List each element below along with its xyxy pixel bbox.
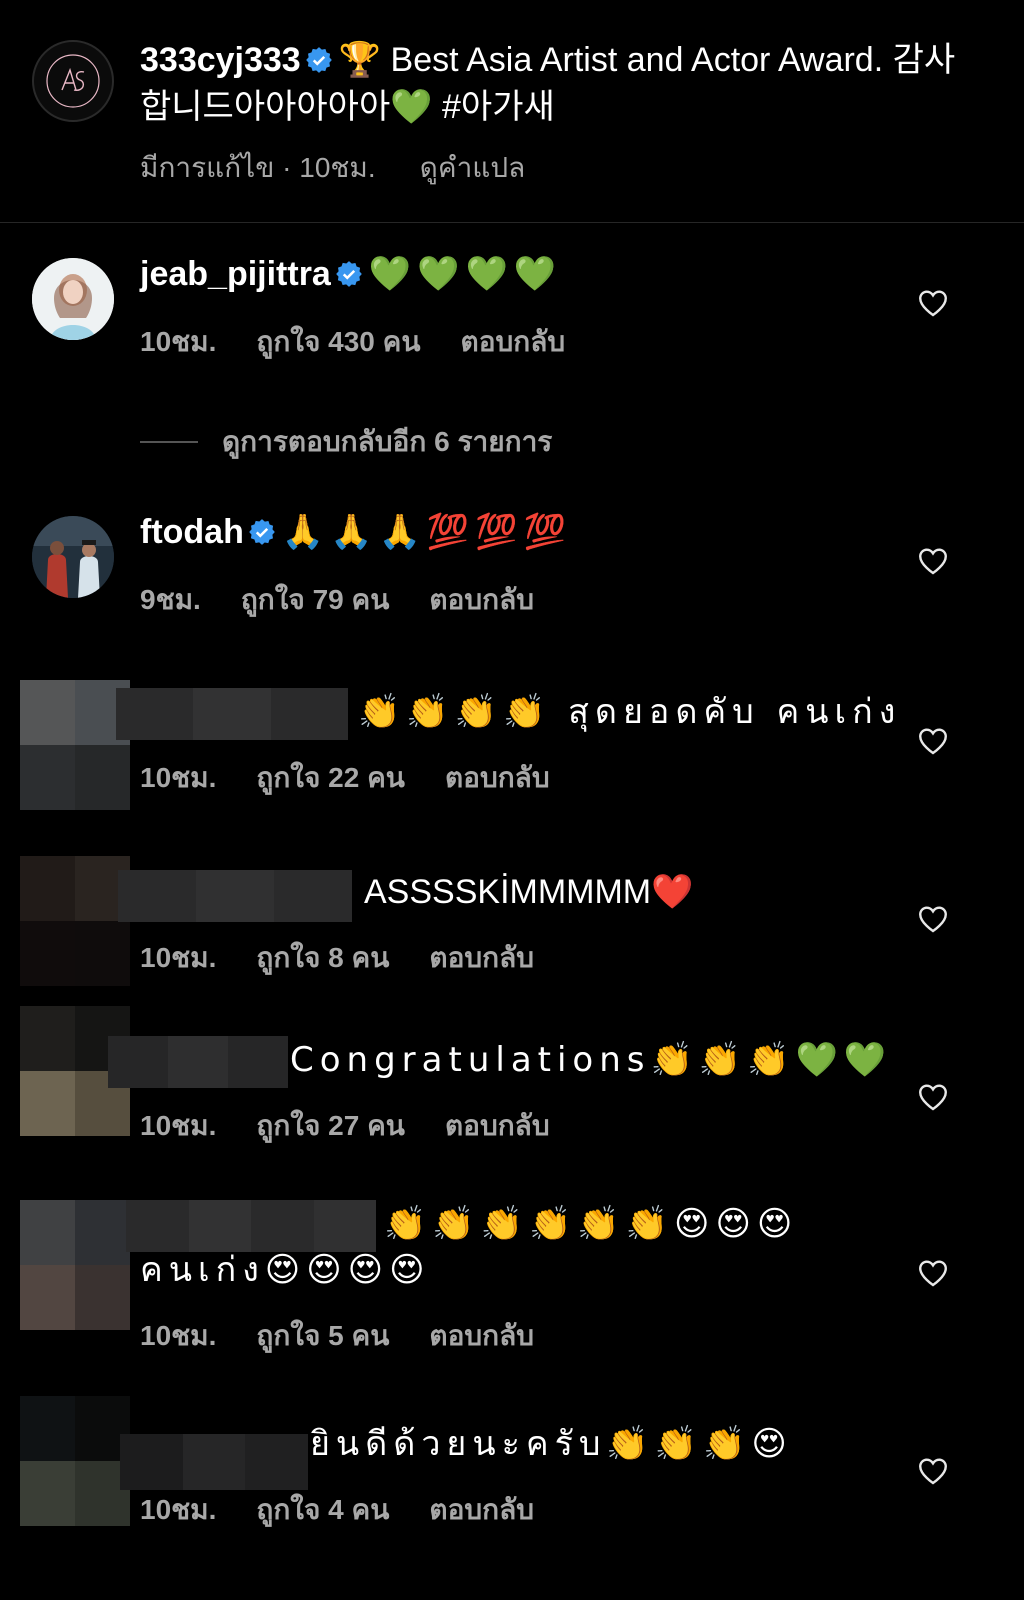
profile-photo [32, 258, 114, 340]
author-avatar[interactable] [32, 40, 114, 122]
reply-button[interactable]: ตอบกลับ [445, 762, 550, 793]
redacted-username [108, 1036, 288, 1088]
heart-outline-icon[interactable] [916, 544, 950, 578]
comment-meta: 10ชม. ถูกใจ 27 คน ตอบกลับ [140, 1104, 550, 1148]
blurred-avatar[interactable] [20, 1200, 130, 1330]
comment-text-line: ยินดีด้วยนะครับ👏👏👏😍 [310, 1422, 793, 1466]
commenter-username[interactable]: jeab_pijittra [140, 255, 331, 293]
reply-button[interactable]: ตอบกลับ [429, 1320, 534, 1351]
comment-meta: 9ชม. ถูกใจ 79 คน ตอบกลับ [140, 578, 534, 622]
comment-time: 10ชม. [140, 1494, 217, 1525]
comment-likes-count[interactable]: ถูกใจ 4 คน [256, 1494, 389, 1525]
commenter-username[interactable]: ftodah [140, 513, 244, 551]
comment-item: 👏👏👏👏 สุดยอดคับ คนเก่ง 10ชม. ถูกใจ 22 คน ตอ… [0, 660, 1024, 830]
reply-button[interactable]: ตอบกลับ [445, 1110, 550, 1141]
replies-divider-line [140, 441, 198, 443]
comment-text: 🙏🙏🙏💯💯💯 [281, 512, 572, 552]
comment-meta: 10ชม. ถูกใจ 8 คน ตอบกลับ [140, 936, 534, 980]
comment-text: ASSSSKİMMMMM❤️ [364, 873, 694, 911]
comment-item: ยินดีด้วยนะครับ👏👏👏😍 10ชม. ถูกใจ 4 คน ตอบกล… [0, 1376, 1024, 1566]
comment-text-line: ftodah 🙏🙏🙏💯💯💯 [140, 510, 572, 557]
view-more-replies-label: ดูการตอบกลับอีก 6 รายการ [222, 426, 553, 457]
heart-outline-icon[interactable] [916, 1256, 950, 1290]
verified-badge-icon [305, 41, 333, 85]
reply-button[interactable]: ตอบกลับ [429, 1494, 534, 1525]
redacted-username [116, 688, 348, 740]
redacted-username [126, 1200, 376, 1252]
blurred-avatar[interactable] [20, 680, 130, 810]
caption-meta: มีการแก้ไข · 10ชม. ดูคำแปล [140, 146, 525, 190]
comment-text-line: Congratulations👏👏👏💚💚 [290, 1038, 892, 1082]
comment-time: 10ชม. [140, 1320, 217, 1351]
comment-time: 10ชม. [140, 1110, 217, 1141]
reply-button[interactable]: ตอบกลับ [429, 584, 534, 615]
profile-photo [32, 516, 114, 598]
brand-monogram-logo [46, 54, 100, 108]
comment-meta: 10ชม. ถูกใจ 430 คน ตอบกลับ [140, 320, 565, 364]
comment-text: 💚💚💚💚 [368, 254, 563, 294]
heart-outline-icon[interactable] [916, 1454, 950, 1488]
comment-item: 👏👏👏👏👏👏😍😍😍 คนเก่ง😍😍😍😍 10ชม. ถูกใจ 5 คน ตอบก… [0, 1176, 1024, 1376]
commenter-avatar[interactable] [32, 258, 114, 340]
comment-text: 👏👏👏👏👏👏😍😍😍 [384, 1204, 799, 1244]
verified-badge-icon [248, 513, 276, 557]
comment-text: 👏👏👏👏 สุดยอดคับ คนเก่ง [358, 692, 902, 732]
comment-item: ftodah 🙏🙏🙏💯💯💯 9ชม. ถูกใจ 79 คน ตอบกลับ [0, 480, 1024, 660]
post-caption: 333cyj333 🏆 Best Asia Artist and Actor Aw… [0, 0, 1024, 223]
heart-outline-icon[interactable] [916, 724, 950, 758]
author-username[interactable]: 333cyj333 [140, 41, 301, 79]
view-more-replies-button[interactable]: ดูการตอบกลับอีก 6 รายการ [140, 420, 552, 464]
comment-item: ASSSSKİMMMMM❤️ 10ชม. ถูกใจ 8 คน ตอบกลับ [0, 836, 1024, 1006]
comment-time: 10ชม. [140, 762, 217, 793]
comment-likes-count[interactable]: ถูกใจ 22 คน [256, 762, 405, 793]
heart-outline-icon[interactable] [916, 1080, 950, 1114]
comments-page: 333cyj333 🏆 Best Asia Artist and Actor Aw… [0, 0, 1024, 1600]
comment-text: Congratulations👏👏👏💚💚 [290, 1040, 893, 1080]
heart-outline-icon[interactable] [916, 286, 950, 320]
redacted-username [120, 1434, 308, 1490]
comment-time: 10ชม. [140, 326, 217, 357]
comment-text-line: 👏👏👏👏 สุดยอดคับ คนเก่ง [358, 690, 901, 734]
redacted-username [118, 870, 352, 922]
heart-outline-icon[interactable] [916, 902, 950, 936]
comment-likes-count[interactable]: ถูกใจ 27 คน [256, 1110, 405, 1141]
comment-text-line: jeab_pijittra 💚💚💚💚 [140, 252, 562, 299]
comment-text-line-2: คนเก่ง😍😍😍😍 [140, 1248, 431, 1292]
comment-text: ยินดีด้วยนะครับ👏👏👏😍 [310, 1424, 793, 1464]
commenter-avatar[interactable] [32, 516, 114, 598]
comment-likes-count[interactable]: ถูกใจ 79 คน [241, 584, 390, 615]
reply-button[interactable]: ตอบกลับ [429, 942, 534, 973]
comment-meta: 10ชม. ถูกใจ 4 คน ตอบกลับ [140, 1488, 534, 1532]
comment-likes-count[interactable]: ถูกใจ 5 คน [256, 1320, 389, 1351]
see-translation-link[interactable]: ดูคำแปล [420, 152, 526, 183]
comment-likes-count[interactable]: ถูกใจ 430 คน [256, 326, 420, 357]
blurred-avatar[interactable] [20, 856, 130, 986]
comment-item: Congratulations👏👏👏💚💚 10ชม. ถูกใจ 27 คน ตอบ… [0, 1000, 1024, 1170]
caption-edited-time: มีการแก้ไข · 10ชม. [140, 152, 376, 183]
comment-meta: 10ชม. ถูกใจ 22 คน ตอบกลับ [140, 756, 550, 800]
comment-text-line: ASSSSKİMMMMM❤️ [364, 870, 693, 914]
comment-item: jeab_pijittra 💚💚💚💚 10ชม. ถูกใจ 430 คน ตอบกล… [0, 222, 1024, 402]
comment-time: 9ชม. [140, 584, 201, 615]
blurred-avatar[interactable] [20, 1396, 130, 1526]
caption-body: 333cyj333 🏆 Best Asia Artist and Actor Aw… [140, 38, 980, 129]
comment-text-continued: คนเก่ง😍😍😍😍 [140, 1250, 431, 1290]
comment-text-line: 👏👏👏👏👏👏😍😍😍 [384, 1202, 798, 1246]
reply-button[interactable]: ตอบกลับ [461, 326, 566, 357]
verified-badge-icon [335, 255, 363, 299]
comment-time: 10ชม. [140, 942, 217, 973]
comment-meta: 10ชม. ถูกใจ 5 คน ตอบกลับ [140, 1314, 534, 1358]
comment-likes-count[interactable]: ถูกใจ 8 คน [256, 942, 389, 973]
